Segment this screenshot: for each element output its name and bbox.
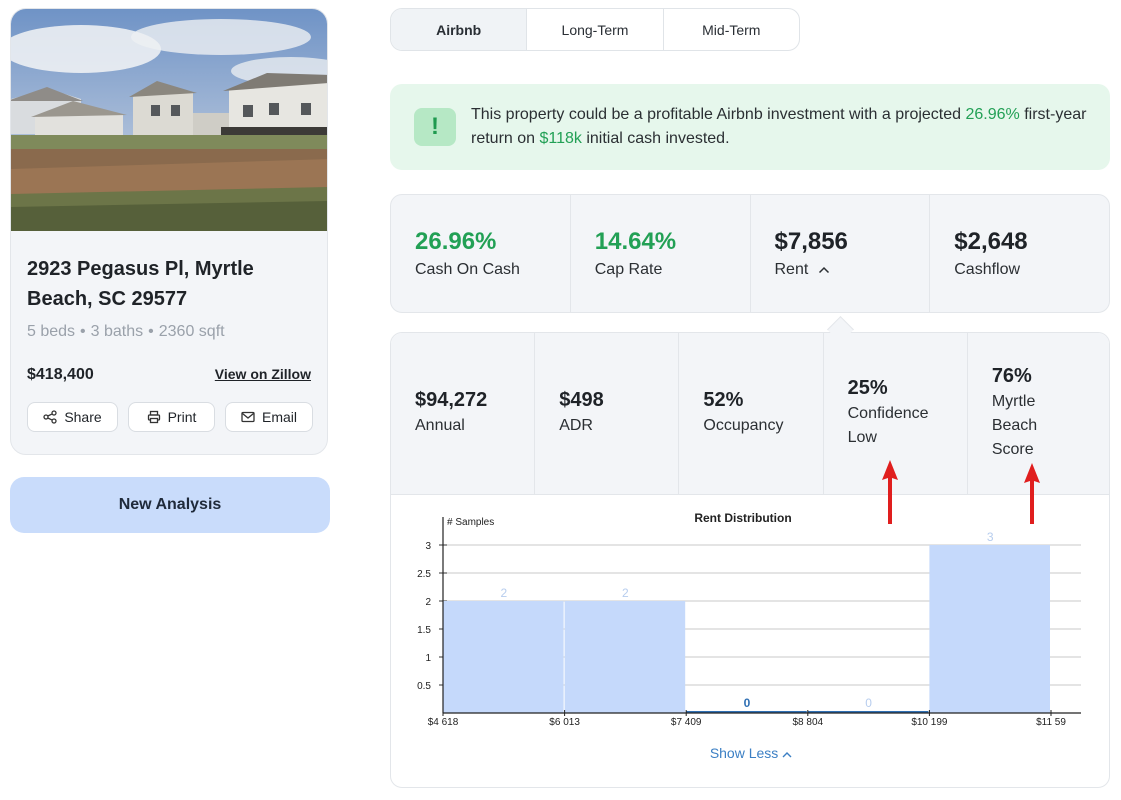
cash-on-cash-value: 26.96% (415, 228, 497, 255)
x-tick-label: $11 59 (1036, 717, 1066, 727)
rental-type-tabs: Airbnb Long-Term Mid-Term (390, 8, 800, 51)
tab-long-term[interactable]: Long-Term (526, 9, 662, 50)
occupancy-label: Occupancy (703, 417, 784, 434)
share-button[interactable]: Share (27, 402, 118, 432)
square-footage: 2360 sqft (158, 323, 225, 340)
x-tick-label: $8 804 (793, 717, 824, 727)
x-tick-label: $7 409 (671, 717, 702, 727)
rent-label: Rent (774, 261, 809, 278)
initial-cash: $118k (539, 130, 582, 147)
histogram-bar (929, 545, 1050, 713)
key-metrics: 26.96% Cash On Cash 14.64% Cap Rate $7,8… (390, 194, 1110, 313)
annotation-arrow-market-score (1024, 463, 1040, 524)
y-axis-label: # Samples (447, 517, 494, 528)
stat-occupancy: 52% Occupancy (678, 333, 822, 494)
property-address: 2923 Pegasus Pl, Myrtle Beach, SC 29577 (27, 258, 254, 310)
view-on-zillow-link[interactable]: View on Zillow (215, 366, 311, 382)
confidence-level: Low (847, 429, 877, 446)
action-buttons: Share Print Email (27, 402, 313, 432)
y-tick-label: 1 (425, 653, 431, 664)
rent-toggle[interactable]: Rent (775, 261, 830, 279)
cashflow-value: $2,648 (954, 228, 1028, 255)
share-icon (43, 410, 57, 424)
property-photo-image (11, 9, 327, 231)
market-score-label-line1: Myrtle (991, 393, 1036, 410)
y-tick-label: 3 (425, 541, 431, 552)
annual-value: $94,272 (415, 389, 488, 411)
market-score-value: 76% (991, 365, 1032, 387)
metric-rent[interactable]: $7,856 Rent (749, 195, 930, 312)
print-label: Print (167, 409, 197, 425)
metric-cash-on-cash: 26.96% Cash On Cash (391, 195, 570, 312)
alert-text-before: This property could be a profitable Airb… (471, 106, 966, 123)
email-label: Email (261, 409, 297, 425)
chart-title: Rent Distribution (694, 511, 791, 525)
y-tick-label: 2.5 (417, 569, 431, 580)
x-tick-label: $6 013 (549, 717, 580, 727)
stat-adr: $498 ADR (534, 333, 678, 494)
cash-on-cash-label: Cash On Cash (415, 261, 520, 278)
cap-rate-label: Cap Rate (594, 261, 663, 278)
beds-count: 5 beds (27, 323, 76, 340)
rent-stats: $94,272 Annual $498 ADR 52% Occupancy 25… (391, 333, 1109, 495)
property-photo[interactable] (11, 9, 327, 231)
bar-data-label: 3 (987, 530, 994, 544)
adr-label: ADR (559, 417, 593, 434)
property-card: 2923 Pegasus Pl, Myrtle Beach, SC 29577 … (10, 8, 328, 455)
investment-summary-alert: ! This property could be a profitable Ai… (390, 84, 1110, 170)
show-less-label: Show Less (709, 745, 779, 761)
separator-dot: • (148, 323, 154, 340)
annual-label: Annual (415, 417, 465, 434)
printer-icon (147, 410, 161, 424)
x-tick-label: $4 618 (428, 717, 459, 727)
bar-data-label: 2 (622, 586, 629, 600)
projected-return: 26.96% (965, 106, 1020, 123)
alert-message: This property could be a profitable Airb… (471, 103, 1091, 151)
property-specs: 5 beds • 3 baths • 2360 sqft (27, 323, 225, 341)
cap-rate-value: 14.64% (594, 228, 677, 255)
y-tick-label: 2 (425, 597, 431, 608)
email-button[interactable]: Email (225, 402, 313, 432)
mail-icon (241, 411, 255, 423)
exclamation-icon: ! (414, 108, 456, 146)
tab-airbnb[interactable]: Airbnb (391, 9, 527, 50)
print-button[interactable]: Print (128, 402, 215, 432)
bar-data-label: 2 (500, 586, 507, 600)
tab-mid-term[interactable]: Mid-Term (662, 9, 799, 50)
x-tick-label: $10 199 (911, 717, 948, 727)
bar-data-label: 0 (744, 696, 751, 710)
rent-detail-panel: $94,272 Annual $498 ADR 52% Occupancy 25… (390, 332, 1110, 788)
confidence-value: 25% (847, 377, 888, 399)
rent-value: $7,856 (774, 228, 848, 255)
histogram-bar (443, 601, 564, 713)
metric-cashflow: $2,648 Cashflow (929, 195, 1109, 312)
y-tick-label: 1.5 (417, 625, 431, 636)
alert-text-after: initial cash invested. (581, 130, 730, 147)
cashflow-label: Cashflow (954, 261, 1021, 278)
property-price: $418,400 (27, 366, 94, 383)
metric-cap-rate: 14.64% Cap Rate (569, 195, 750, 312)
share-label: Share (64, 409, 102, 425)
stat-annual: $94,272 Annual (391, 333, 534, 494)
histogram-bar (564, 601, 686, 713)
bar-data-label: 0 (865, 696, 872, 710)
rent-distribution-chart: 0.5 1 1.5 2 2.5 3 2 2 0 0 3 $4 618 $6 013 $7 409 $8 80… (417, 511, 1081, 727)
annotation-arrow-confidence (882, 460, 898, 524)
market-score-label-line3: Score (991, 441, 1034, 458)
baths-count: 3 baths (90, 323, 144, 340)
chevron-up-icon (814, 263, 829, 277)
separator-dot: • (80, 323, 86, 340)
chevron-up-icon (782, 752, 792, 758)
y-tick-label: 0.5 (417, 681, 431, 692)
confidence-label: Confidence (847, 405, 929, 422)
occupancy-value: 52% (703, 389, 744, 411)
show-less-toggle[interactable]: Show Less (391, 745, 1109, 761)
market-score-label-line2: Beach (991, 417, 1038, 434)
new-analysis-button[interactable]: New Analysis (10, 477, 330, 533)
adr-value: $498 (559, 389, 604, 411)
